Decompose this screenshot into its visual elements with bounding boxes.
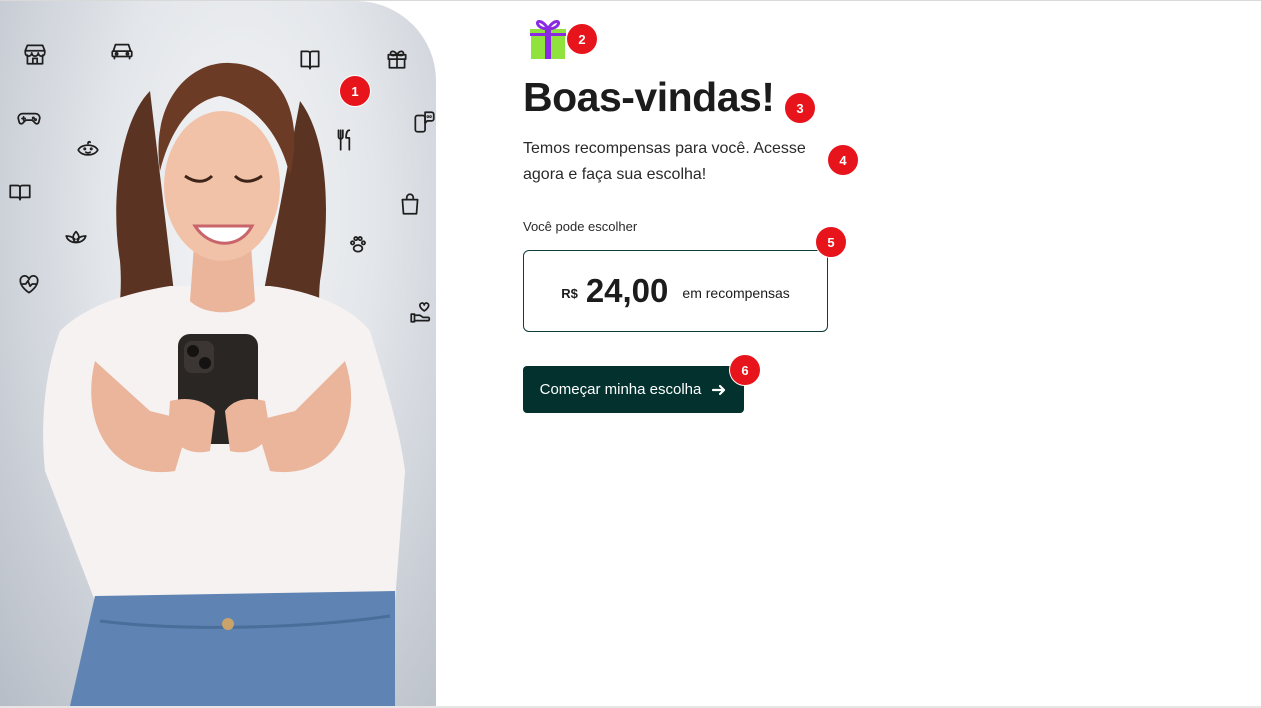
- reward-amount-suffix: em recompensas: [682, 285, 790, 301]
- page-title: Boas-vindas!: [523, 74, 775, 120]
- arrow-right-icon: [712, 384, 726, 395]
- start-choice-button[interactable]: Começar minha escolha: [523, 366, 744, 413]
- annotation-marker-4: 4: [827, 144, 859, 176]
- welcome-subtitle: Temos recompensas para você. Acesse agor…: [523, 140, 806, 183]
- reward-amount-card: R$ 24,00 em recompensas: [523, 250, 828, 332]
- annotation-marker-5: 5: [815, 226, 847, 258]
- currency-symbol: R$: [561, 285, 578, 301]
- woman-with-phone-illustration: [43, 62, 405, 706]
- annotation-marker-1: 1: [339, 75, 371, 107]
- reward-amount: 24,00: [585, 272, 669, 309]
- annotation-marker-2: 2: [566, 23, 598, 55]
- annotation-marker-3: 3: [784, 92, 816, 124]
- annotation-marker-6: 6: [729, 354, 761, 386]
- reward-choice-label: Você pode escolher: [523, 219, 638, 234]
- start-choice-label: Começar minha escolha: [539, 381, 702, 398]
- gift-icon: [530, 16, 566, 60]
- hero-image: [0, 1, 436, 706]
